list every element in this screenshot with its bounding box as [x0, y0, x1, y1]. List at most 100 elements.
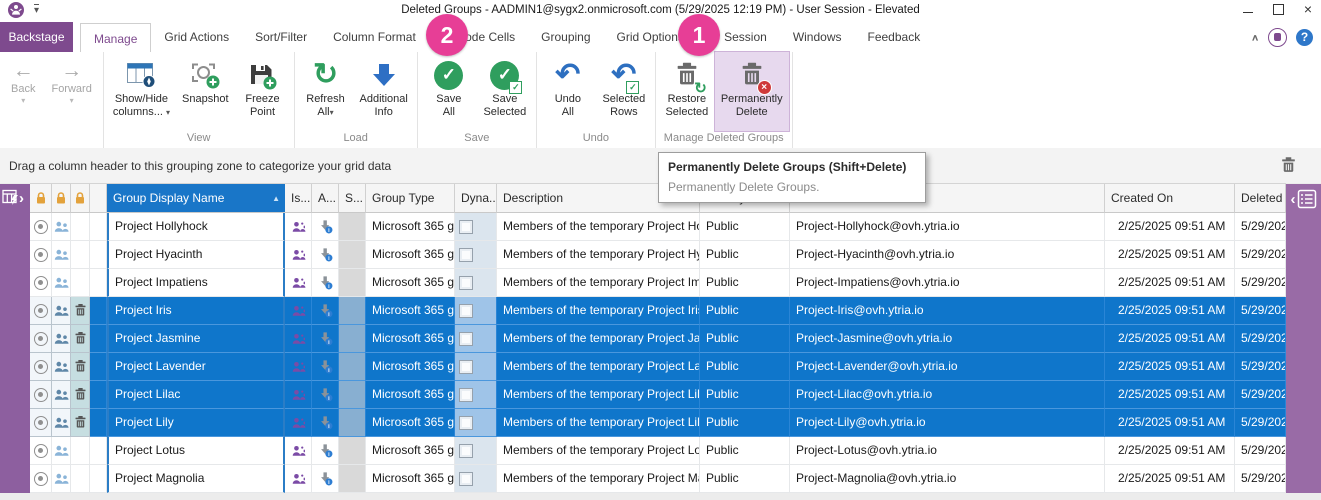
table-row[interactable]: Project Lilac iMicrosoft 365 groupMember… — [30, 381, 1286, 409]
cell-dynamic-membership[interactable] — [455, 465, 497, 493]
tab-windows[interactable]: Windows — [780, 22, 855, 52]
grid-tools-icon[interactable]: › — [2, 188, 30, 205]
row-members-cell[interactable] — [52, 325, 71, 353]
cell-dynamic-membership[interactable] — [455, 353, 497, 381]
forward-button[interactable]: → Forward ▾ — [43, 52, 99, 131]
back-button[interactable]: ← Back ▾ — [3, 52, 43, 131]
checkbox[interactable] — [459, 332, 473, 346]
row-state-cell[interactable] — [30, 297, 52, 325]
table-row[interactable]: Project Lotus iMicrosoft 365 groupMember… — [30, 437, 1286, 465]
checkbox[interactable] — [459, 360, 473, 374]
cell-dynamic-membership[interactable] — [455, 269, 497, 297]
save-all-button[interactable]: ✓ Save All — [421, 52, 477, 131]
row-members-cell[interactable] — [52, 353, 71, 381]
table-row[interactable]: Project Iris iMicrosoft 365 groupMembers… — [30, 297, 1286, 325]
column-header-group-type[interactable]: Group Type — [366, 184, 455, 213]
checkbox[interactable] — [459, 220, 473, 234]
row-members-cell[interactable] — [52, 437, 71, 465]
checkbox[interactable] — [459, 276, 473, 290]
snapshot-button[interactable]: Snapshot — [176, 52, 234, 131]
row-delete-cell[interactable] — [71, 353, 90, 381]
table-row[interactable]: Project Hyacinth iMicrosoft 365 groupMem… — [30, 241, 1286, 269]
checkbox[interactable] — [459, 444, 473, 458]
close-button[interactable]: × — [1301, 2, 1315, 16]
cell-dynamic-membership[interactable] — [455, 437, 497, 465]
row-state-cell[interactable] — [30, 269, 52, 297]
row-members-cell[interactable] — [52, 465, 71, 493]
table-row[interactable]: Project Magnolia iMicrosoft 365 groupMem… — [30, 465, 1286, 493]
tab-column-format[interactable]: Column Format — [320, 22, 429, 52]
cell-dynamic-membership[interactable] — [455, 381, 497, 409]
checkbox[interactable] — [459, 388, 473, 402]
column-header-is[interactable]: Is... — [285, 184, 312, 213]
row-delete-cell[interactable] — [71, 381, 90, 409]
grouping-trash-icon[interactable] — [1279, 156, 1298, 178]
additional-info-button[interactable]: Additional Info — [354, 52, 414, 131]
row-members-cell[interactable] — [52, 213, 71, 241]
stub-column-header[interactable] — [90, 184, 107, 213]
tab-sort-filter[interactable]: Sort/Filter — [242, 22, 320, 52]
lock-column-header[interactable] — [30, 184, 52, 213]
cell-group-display-name[interactable]: Project Hyacinth — [107, 241, 285, 269]
tab-grid-actions[interactable]: Grid Actions — [151, 22, 242, 52]
column-header-deleted-on[interactable]: Deleted On — [1235, 184, 1286, 213]
checkbox[interactable] — [459, 248, 473, 262]
cell-dynamic-membership[interactable] — [455, 297, 497, 325]
table-row[interactable]: Project Hollyhock iMicrosoft 365 groupMe… — [30, 213, 1286, 241]
table-row[interactable]: Project Lavender iMicrosoft 365 groupMem… — [30, 353, 1286, 381]
cell-group-display-name[interactable]: Project Lily — [107, 409, 285, 437]
restore-selected-button[interactable]: ↻ Restore Selected — [659, 52, 715, 131]
column-header-group-display-name[interactable]: Group Display Name ▲ — [107, 184, 285, 213]
row-delete-cell[interactable] — [71, 297, 90, 325]
column-header-s[interactable]: S... — [339, 184, 366, 213]
cell-dynamic-membership[interactable] — [455, 213, 497, 241]
cell-group-display-name[interactable]: Project Lilac — [107, 381, 285, 409]
cell-group-display-name[interactable]: Project Iris — [107, 297, 285, 325]
table-row[interactable]: Project Impatiens iMicrosoft 365 groupMe… — [30, 269, 1286, 297]
tab-manage[interactable]: Manage — [80, 23, 151, 53]
row-state-cell[interactable] — [30, 353, 52, 381]
checkbox[interactable] — [459, 304, 473, 318]
tab-backstage[interactable]: Backstage — [0, 22, 73, 52]
cell-group-display-name[interactable]: Project Lotus — [107, 437, 285, 465]
cell-group-display-name[interactable]: Project Impatiens — [107, 269, 285, 297]
row-delete-cell[interactable] — [71, 213, 90, 241]
cell-group-display-name[interactable]: Project Magnolia — [107, 465, 285, 493]
cell-group-display-name[interactable]: Project Jasmine — [107, 325, 285, 353]
permanently-delete-button[interactable]: × Permanently Delete — [715, 52, 789, 131]
undo-selected-rows-button[interactable]: ↶ ✓ Selected Rows — [596, 52, 652, 131]
row-state-cell[interactable] — [30, 409, 52, 437]
column-header-dynamic[interactable]: Dyna... — [455, 184, 497, 213]
save-selected-button[interactable]: ✓ ✓ Save Selected — [477, 52, 533, 131]
lock-column-header[interactable] — [52, 184, 71, 213]
undo-all-button[interactable]: ↶ Undo All — [540, 52, 596, 131]
row-members-cell[interactable] — [52, 409, 71, 437]
freeze-point-button[interactable]: Freeze Point — [235, 52, 291, 131]
row-delete-cell[interactable] — [71, 465, 90, 493]
help-icon[interactable]: ? — [1296, 29, 1313, 46]
row-state-cell[interactable] — [30, 437, 52, 465]
tab-feedback[interactable]: Feedback — [855, 22, 934, 52]
table-row[interactable]: Project Lily iMicrosoft 365 groupMembers… — [30, 409, 1286, 437]
table-row[interactable]: Project Jasmine iMicrosoft 365 groupMemb… — [30, 325, 1286, 353]
right-grid-rail[interactable]: ‹ — [1286, 184, 1321, 493]
maximize-button[interactable] — [1271, 2, 1285, 16]
show-hide-columns-button[interactable]: Show/Hide columns... ▾ — [107, 52, 176, 131]
cell-dynamic-membership[interactable] — [455, 325, 497, 353]
row-members-cell[interactable] — [52, 297, 71, 325]
column-header-a[interactable]: A... — [312, 184, 339, 213]
account-badge-icon[interactable] — [1268, 28, 1287, 47]
row-state-cell[interactable] — [30, 213, 52, 241]
row-state-cell[interactable] — [30, 465, 52, 493]
row-members-cell[interactable] — [52, 241, 71, 269]
cell-dynamic-membership[interactable] — [455, 409, 497, 437]
cell-group-display-name[interactable]: Project Hollyhock — [107, 213, 285, 241]
row-delete-cell[interactable] — [71, 409, 90, 437]
checkbox[interactable] — [459, 472, 473, 486]
collapse-ribbon-icon[interactable]: ∧ — [1251, 32, 1259, 42]
column-header-created-on[interactable]: Created On — [1105, 184, 1235, 213]
checkbox[interactable] — [459, 416, 473, 430]
row-delete-cell[interactable] — [71, 325, 90, 353]
row-members-cell[interactable] — [52, 381, 71, 409]
row-state-cell[interactable] — [30, 241, 52, 269]
